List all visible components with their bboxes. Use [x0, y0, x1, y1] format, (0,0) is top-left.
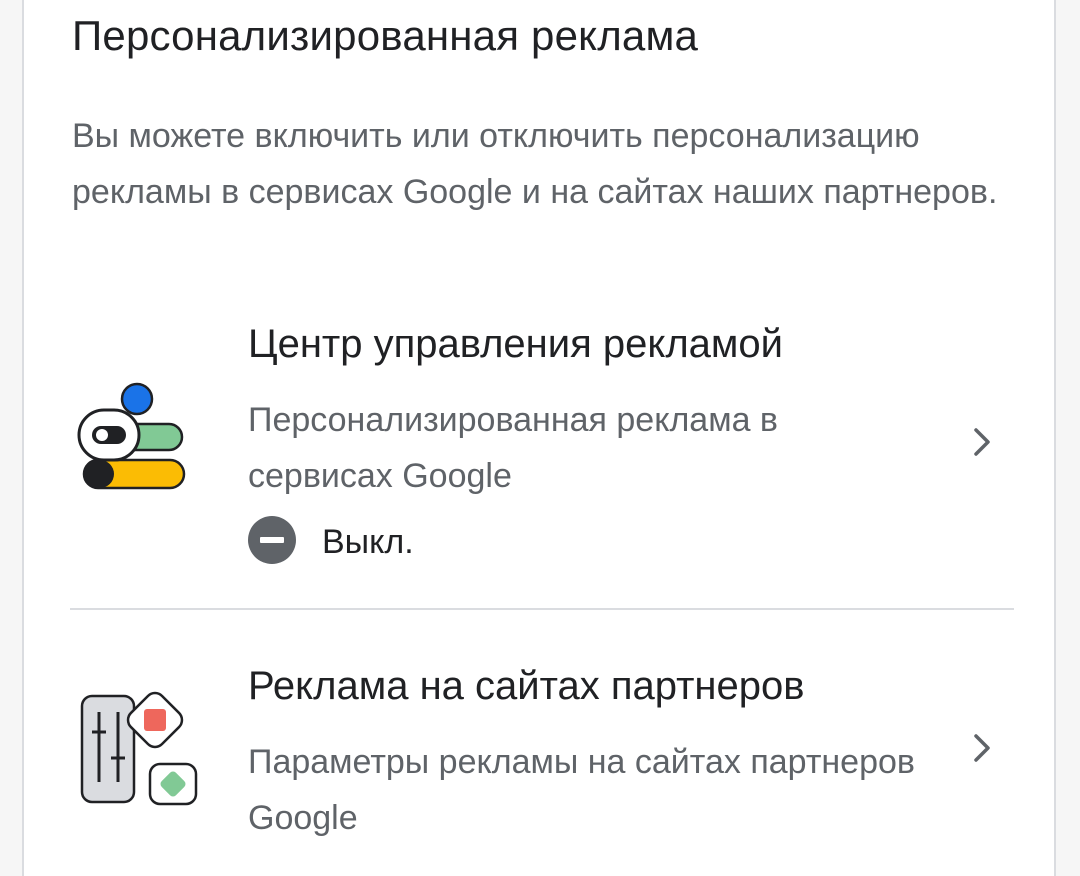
partner-sites-sliders-icon: [74, 690, 214, 815]
ad-center-title: Центр управления рекламой: [248, 322, 783, 366]
ads-settings-card: Персонализированная реклама Вы можете вк…: [22, 0, 1056, 876]
partner-ads-row[interactable]: Реклама на сайтах партнеров Параметры ре…: [24, 656, 1054, 876]
ad-center-subtitle: Персонализированная реклама в сервисах G…: [248, 401, 778, 495]
status-badge: Выкл.: [248, 515, 414, 569]
partner-ads-title: Реклама на сайтах партнеров: [248, 664, 805, 708]
status-text: Выкл.: [322, 522, 414, 561]
minus-circle-icon: [248, 515, 296, 569]
ad-center-toggles-icon: [74, 382, 214, 507]
divider: [70, 608, 1014, 610]
partner-ads-subtitle: Параметры рекламы на сайтах партнеров Go…: [248, 743, 915, 837]
chevron-right-icon: [964, 424, 1000, 465]
section-title: Персонализированная реклама: [72, 12, 699, 59]
chevron-right-icon: [964, 730, 1000, 771]
section-description: Вы можете включить или отключить персона…: [72, 117, 998, 211]
ad-center-row[interactable]: Центр управления рекламой Персонализиров…: [24, 314, 1054, 584]
